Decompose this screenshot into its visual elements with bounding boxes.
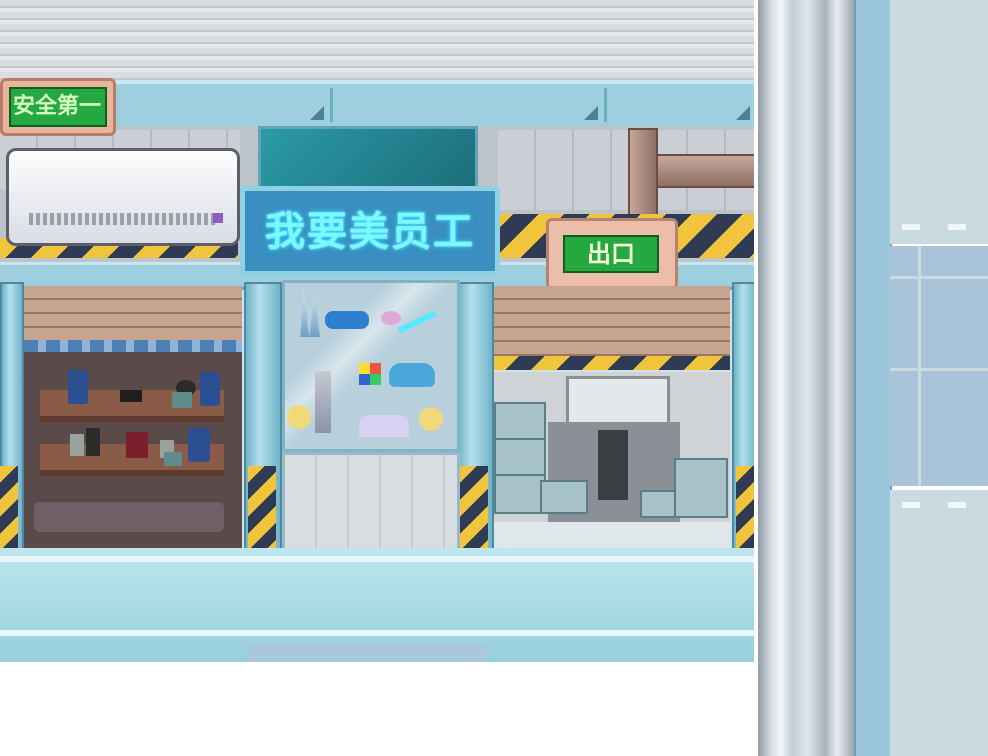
warehouse-exit[interactable]: [494, 372, 730, 548]
floor-edge: [0, 556, 754, 562]
blue-column: [854, 0, 892, 756]
crate-icon: [494, 474, 546, 514]
box-icon: [70, 434, 84, 456]
panel-mark: [902, 502, 920, 508]
shutter-trim: [24, 340, 242, 352]
beam-divider: [604, 88, 607, 122]
panel-seam: [890, 368, 988, 371]
exit-sign[interactable]: 出口: [546, 218, 678, 290]
beam-divider: [330, 88, 333, 122]
pillar-hazard: [0, 466, 18, 560]
crate-icon: [540, 480, 588, 514]
game-scene: 安全第一 我要美员工 出口: [0, 0, 754, 662]
ac-vent: [29, 213, 217, 225]
exit-sign-text: 出口: [563, 235, 659, 273]
speaker-icon: [68, 370, 88, 404]
box-icon: [172, 392, 192, 408]
ac-indicator: [213, 213, 223, 223]
water-gun-icon: [325, 311, 369, 329]
neon-sign[interactable]: 我要美员工: [240, 186, 500, 276]
loading-floor: [494, 522, 730, 548]
side-panel: [890, 246, 988, 486]
panel-mark: [902, 224, 920, 230]
pillar-hazard: [460, 466, 488, 560]
hazard-stripe: [494, 356, 730, 370]
floor-tile: [248, 644, 486, 662]
overhead-panel: [566, 376, 670, 428]
gadget-icon: [120, 390, 142, 402]
toy-car-icon: [389, 363, 435, 387]
crate-icon: [494, 438, 546, 476]
panel-mark: [948, 502, 966, 508]
panel-seam: [890, 276, 988, 279]
crate-icon: [640, 490, 678, 518]
pipe-icon: [650, 154, 754, 188]
rubiks-cube-icon: [359, 363, 381, 385]
metal-column: [758, 0, 854, 756]
rubber-duck-icon: [287, 405, 311, 429]
neon-sign-text: 我要美员工: [265, 209, 475, 255]
crate-icon: [494, 402, 546, 440]
tech-shop[interactable]: [24, 352, 242, 548]
rubber-duck-icon: [419, 407, 443, 431]
floor-edge: [0, 630, 754, 636]
rivet-icon: [310, 106, 324, 120]
roof-panel: [0, 0, 754, 80]
display-base: [282, 452, 460, 554]
speaker-icon: [200, 372, 220, 406]
crate-icon: [674, 458, 728, 518]
panel-seam: [918, 246, 921, 486]
air-conditioner-icon[interactable]: [6, 148, 240, 246]
pipe-icon: [628, 128, 658, 220]
toy-display-window[interactable]: [282, 280, 460, 452]
side-panel: [890, 490, 988, 756]
counter: [34, 502, 224, 532]
rivet-icon: [736, 106, 750, 120]
speaker-icon: [86, 428, 100, 456]
toy-keyboard-icon: [359, 415, 409, 437]
safety-sign: 安全第一: [0, 78, 116, 136]
doorway: [598, 430, 628, 500]
panel-mark: [948, 224, 966, 230]
safety-sign-text: 安全第一: [9, 87, 107, 127]
rolling-shutter: [494, 286, 730, 356]
pillar-hazard: [248, 466, 276, 560]
side-panel: [890, 0, 988, 244]
magic-wand-icon: [381, 311, 401, 325]
rivet-icon: [584, 106, 598, 120]
speaker-icon: [188, 428, 210, 462]
box-icon: [126, 432, 148, 458]
rolling-shutter: [24, 286, 242, 340]
box-icon: [164, 452, 182, 466]
action-figure-icon: [315, 371, 331, 433]
pillar-hazard: [736, 466, 754, 560]
